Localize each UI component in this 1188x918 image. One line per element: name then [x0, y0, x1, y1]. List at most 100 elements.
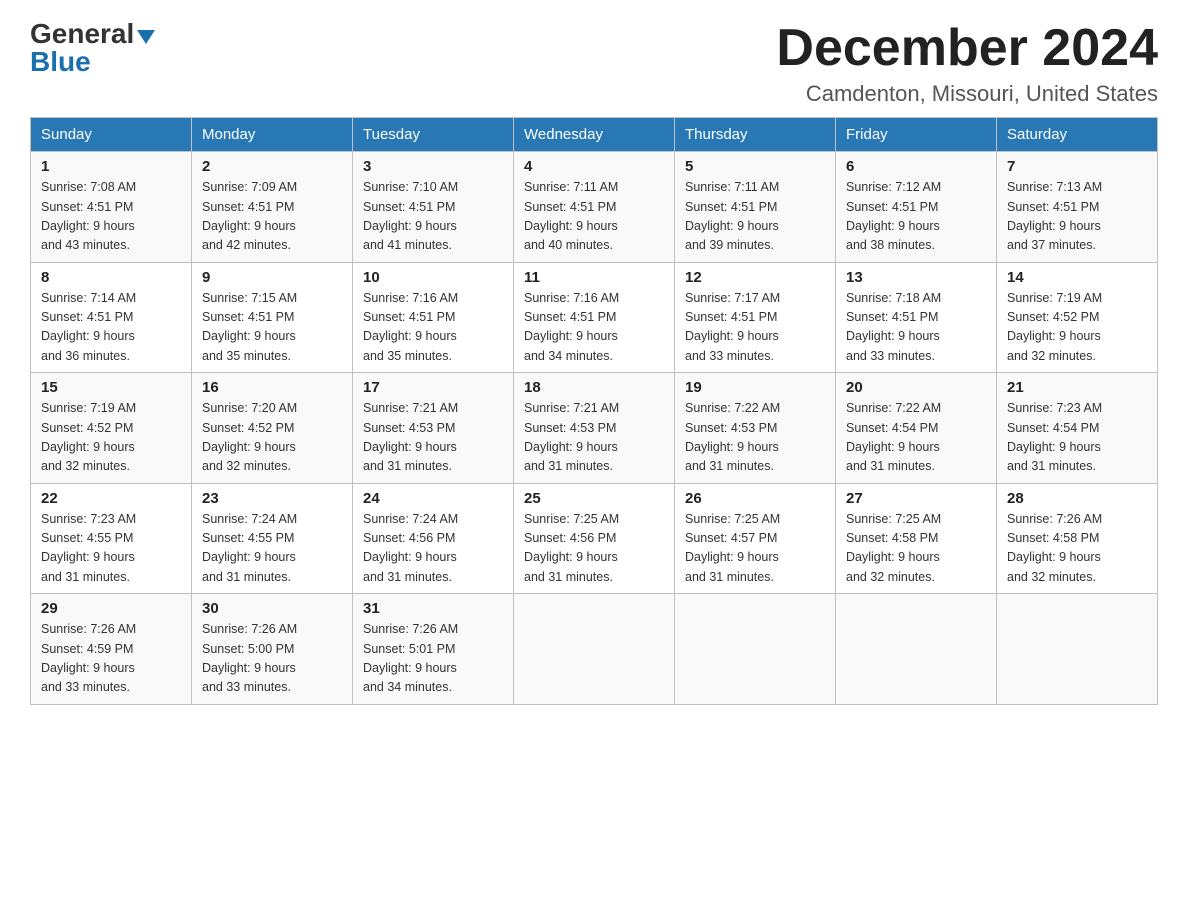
day-number: 7 [1007, 158, 1147, 175]
day-cell [836, 594, 997, 705]
day-number: 28 [1007, 490, 1147, 507]
day-info: Sunrise: 7:09 AMSunset: 4:51 PMDaylight:… [202, 178, 342, 256]
day-header-friday: Friday [836, 118, 997, 152]
day-info: Sunrise: 7:10 AMSunset: 4:51 PMDaylight:… [363, 178, 503, 256]
logo-blue-text: Blue [30, 46, 91, 77]
day-info: Sunrise: 7:26 AMSunset: 5:01 PMDaylight:… [363, 620, 503, 698]
day-cell: 9 Sunrise: 7:15 AMSunset: 4:51 PMDaylight… [192, 262, 353, 373]
day-info: Sunrise: 7:23 AMSunset: 4:55 PMDaylight:… [41, 510, 181, 588]
day-info: Sunrise: 7:22 AMSunset: 4:54 PMDaylight:… [846, 399, 986, 477]
day-cell: 14 Sunrise: 7:19 AMSunset: 4:52 PMDayligh… [997, 262, 1158, 373]
logo-top: General [30, 20, 155, 48]
day-info: Sunrise: 7:25 AMSunset: 4:56 PMDaylight:… [524, 510, 664, 588]
day-header-wednesday: Wednesday [514, 118, 675, 152]
day-info: Sunrise: 7:16 AMSunset: 4:51 PMDaylight:… [524, 289, 664, 367]
header-row: SundayMondayTuesdayWednesdayThursdayFrid… [31, 118, 1158, 152]
day-info: Sunrise: 7:26 AMSunset: 4:58 PMDaylight:… [1007, 510, 1147, 588]
day-number: 25 [524, 490, 664, 507]
week-row-2: 8Sunrise: 7:14 AMSunset: 4:51 PMDaylight… [31, 262, 1158, 373]
day-header-thursday: Thursday [675, 118, 836, 152]
day-info: Sunrise: 7:17 AMSunset: 4:51 PMDaylight:… [685, 289, 825, 367]
week-row-3: 15Sunrise: 7:19 AMSunset: 4:52 PMDayligh… [31, 373, 1158, 484]
day-number: 11 [524, 269, 664, 286]
week-row-5: 29Sunrise: 7:26 AMSunset: 4:59 PMDayligh… [31, 594, 1158, 705]
day-info: Sunrise: 7:13 AMSunset: 4:51 PMDaylight:… [1007, 178, 1147, 256]
month-title: December 2024 [776, 20, 1158, 77]
day-info: Sunrise: 7:14 AMSunset: 4:51 PMDaylight:… [41, 289, 181, 367]
day-info: Sunrise: 7:25 AMSunset: 4:57 PMDaylight:… [685, 510, 825, 588]
day-number: 10 [363, 269, 503, 286]
day-cell: 11 Sunrise: 7:16 AMSunset: 4:51 PMDayligh… [514, 262, 675, 373]
day-info: Sunrise: 7:22 AMSunset: 4:53 PMDaylight:… [685, 399, 825, 477]
day-number: 31 [363, 600, 503, 617]
day-info: Sunrise: 7:16 AMSunset: 4:51 PMDaylight:… [363, 289, 503, 367]
day-header-saturday: Saturday [997, 118, 1158, 152]
day-cell: 31 Sunrise: 7:26 AMSunset: 5:01 PMDayligh… [353, 594, 514, 705]
day-cell [997, 594, 1158, 705]
day-number: 21 [1007, 379, 1147, 396]
day-cell: 10 Sunrise: 7:16 AMSunset: 4:51 PMDayligh… [353, 262, 514, 373]
day-number: 17 [363, 379, 503, 396]
day-number: 1 [41, 158, 181, 175]
day-cell: 6 Sunrise: 7:12 AMSunset: 4:51 PMDaylight… [836, 152, 997, 263]
day-number: 5 [685, 158, 825, 175]
day-info: Sunrise: 7:20 AMSunset: 4:52 PMDaylight:… [202, 399, 342, 477]
logo-general-text: General [30, 18, 134, 49]
day-cell: 24Sunrise: 7:24 AMSunset: 4:56 PMDayligh… [353, 483, 514, 594]
day-cell: 20 Sunrise: 7:22 AMSunset: 4:54 PMDayligh… [836, 373, 997, 484]
day-number: 30 [202, 600, 342, 617]
day-info: Sunrise: 7:12 AMSunset: 4:51 PMDaylight:… [846, 178, 986, 256]
day-info: Sunrise: 7:25 AMSunset: 4:58 PMDaylight:… [846, 510, 986, 588]
day-number: 12 [685, 269, 825, 286]
day-info: Sunrise: 7:08 AMSunset: 4:51 PMDaylight:… [41, 178, 181, 256]
day-number: 23 [202, 490, 342, 507]
day-cell: 28 Sunrise: 7:26 AMSunset: 4:58 PMDayligh… [997, 483, 1158, 594]
day-cell: 12 Sunrise: 7:17 AMSunset: 4:51 PMDayligh… [675, 262, 836, 373]
title-area: December 2024 Camdenton, Missouri, Unite… [776, 20, 1158, 107]
day-cell [514, 594, 675, 705]
day-header-monday: Monday [192, 118, 353, 152]
day-number: 9 [202, 269, 342, 286]
day-info: Sunrise: 7:11 AMSunset: 4:51 PMDaylight:… [685, 178, 825, 256]
day-cell: 15Sunrise: 7:19 AMSunset: 4:52 PMDayligh… [31, 373, 192, 484]
day-header-tuesday: Tuesday [353, 118, 514, 152]
day-cell: 27 Sunrise: 7:25 AMSunset: 4:58 PMDayligh… [836, 483, 997, 594]
day-info: Sunrise: 7:19 AMSunset: 4:52 PMDaylight:… [41, 399, 181, 477]
day-info: Sunrise: 7:19 AMSunset: 4:52 PMDaylight:… [1007, 289, 1147, 367]
day-cell: 3Sunrise: 7:10 AMSunset: 4:51 PMDaylight… [353, 152, 514, 263]
logo-triangle-icon [137, 30, 155, 44]
day-number: 6 [846, 158, 986, 175]
day-info: Sunrise: 7:24 AMSunset: 4:55 PMDaylight:… [202, 510, 342, 588]
day-number: 16 [202, 379, 342, 396]
day-cell: 29Sunrise: 7:26 AMSunset: 4:59 PMDayligh… [31, 594, 192, 705]
day-cell: 22 Sunrise: 7:23 AMSunset: 4:55 PMDayligh… [31, 483, 192, 594]
day-info: Sunrise: 7:23 AMSunset: 4:54 PMDaylight:… [1007, 399, 1147, 477]
day-cell: 8Sunrise: 7:14 AMSunset: 4:51 PMDaylight… [31, 262, 192, 373]
week-row-1: 1 Sunrise: 7:08 AMSunset: 4:51 PMDaylight… [31, 152, 1158, 263]
day-info: Sunrise: 7:21 AMSunset: 4:53 PMDaylight:… [363, 399, 503, 477]
day-cell: 2 Sunrise: 7:09 AMSunset: 4:51 PMDaylight… [192, 152, 353, 263]
day-number: 2 [202, 158, 342, 175]
day-info: Sunrise: 7:18 AMSunset: 4:51 PMDaylight:… [846, 289, 986, 367]
day-number: 20 [846, 379, 986, 396]
day-cell: 21 Sunrise: 7:23 AMSunset: 4:54 PMDayligh… [997, 373, 1158, 484]
location-title: Camdenton, Missouri, United States [776, 81, 1158, 107]
logo: General Blue [30, 20, 155, 76]
day-cell: 18 Sunrise: 7:21 AMSunset: 4:53 PMDayligh… [514, 373, 675, 484]
day-number: 26 [685, 490, 825, 507]
day-number: 18 [524, 379, 664, 396]
day-number: 22 [41, 490, 181, 507]
day-number: 19 [685, 379, 825, 396]
day-info: Sunrise: 7:11 AMSunset: 4:51 PMDaylight:… [524, 178, 664, 256]
day-number: 27 [846, 490, 986, 507]
day-number: 29 [41, 600, 181, 617]
day-info: Sunrise: 7:15 AMSunset: 4:51 PMDaylight:… [202, 289, 342, 367]
week-row-4: 22 Sunrise: 7:23 AMSunset: 4:55 PMDayligh… [31, 483, 1158, 594]
header: General Blue December 2024 Camdenton, Mi… [30, 20, 1158, 107]
day-number: 14 [1007, 269, 1147, 286]
day-cell: 25 Sunrise: 7:25 AMSunset: 4:56 PMDayligh… [514, 483, 675, 594]
day-number: 13 [846, 269, 986, 286]
day-info: Sunrise: 7:21 AMSunset: 4:53 PMDaylight:… [524, 399, 664, 477]
day-cell: 16 Sunrise: 7:20 AMSunset: 4:52 PMDayligh… [192, 373, 353, 484]
day-cell: 1 Sunrise: 7:08 AMSunset: 4:51 PMDaylight… [31, 152, 192, 263]
